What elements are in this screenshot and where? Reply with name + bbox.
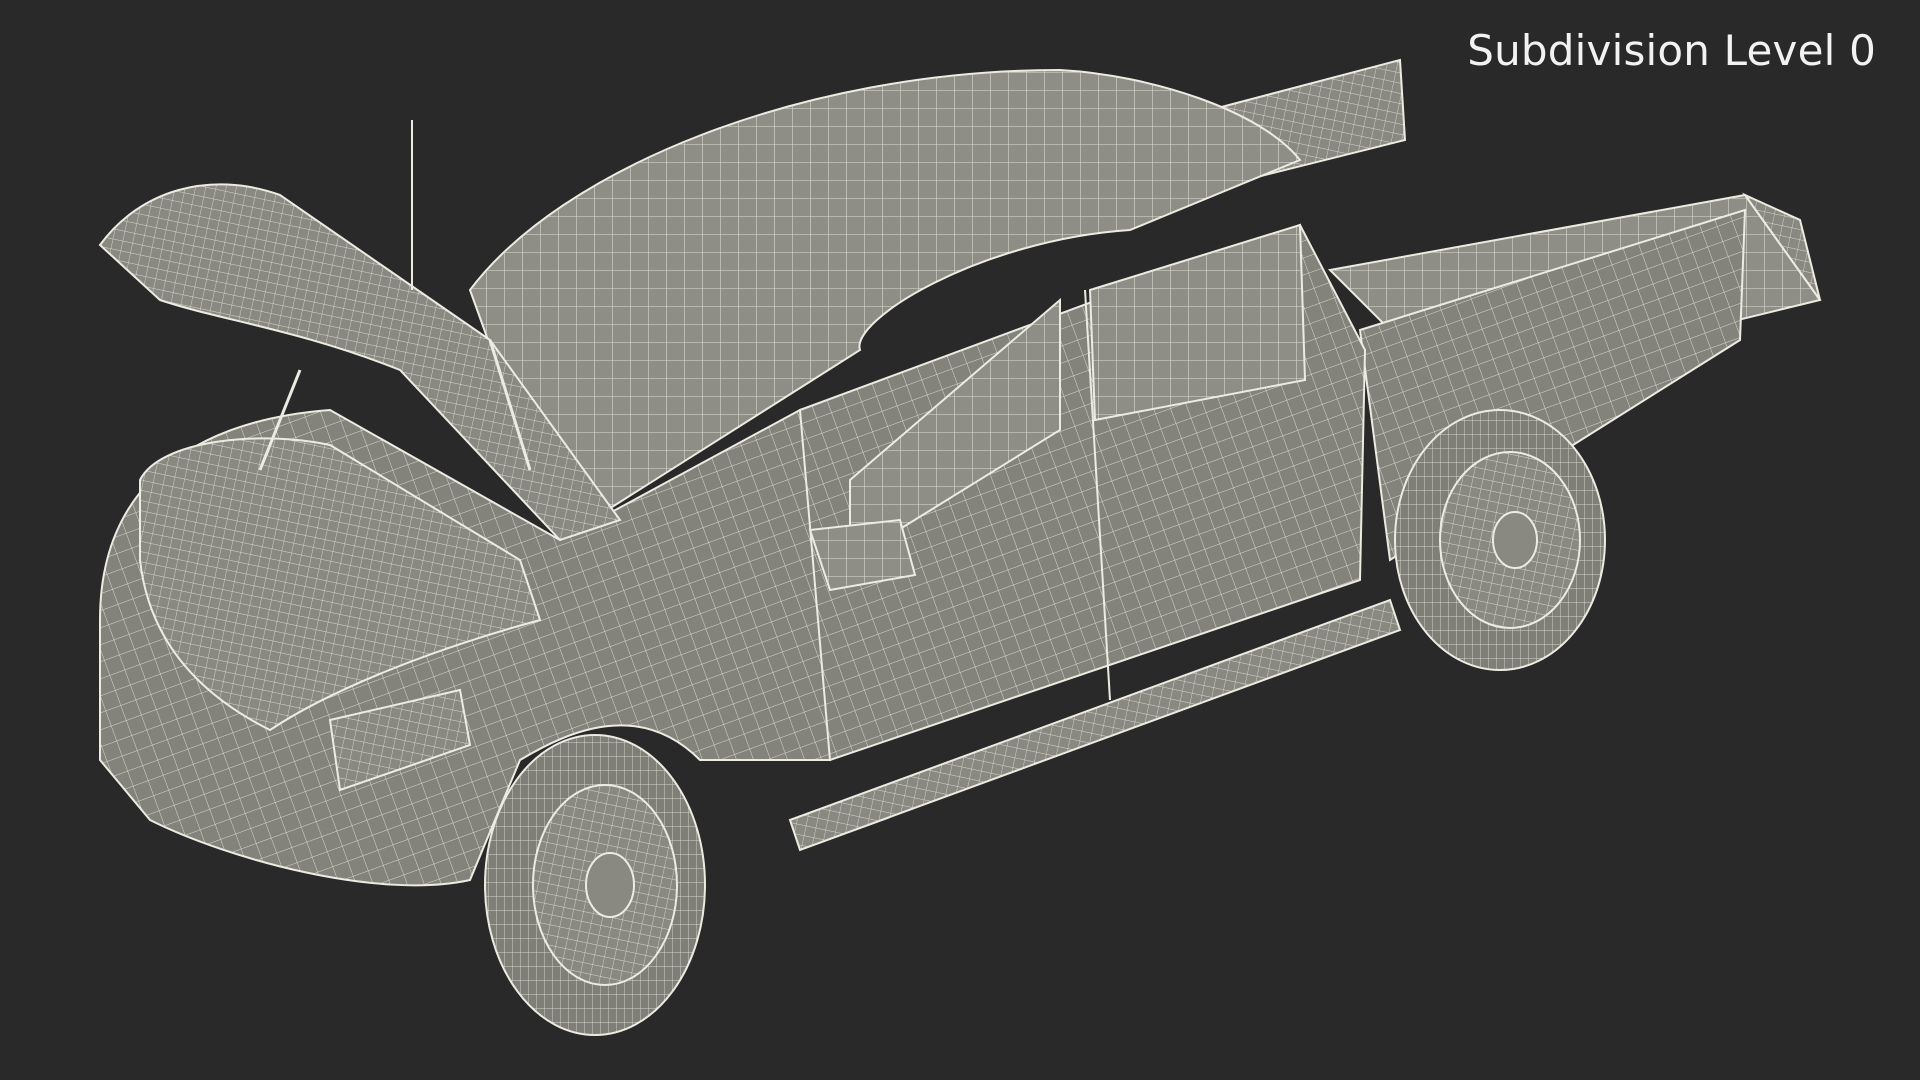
subdivision-level-caption: Subdivision Level 0 [1467,26,1876,75]
front-body [99,408,832,887]
front-wheel [484,734,706,1036]
viewport: Subdivision Level 0 [0,0,1920,1080]
rear-wheel [1394,409,1606,671]
wireframe-truck-render [98,58,1822,1036]
